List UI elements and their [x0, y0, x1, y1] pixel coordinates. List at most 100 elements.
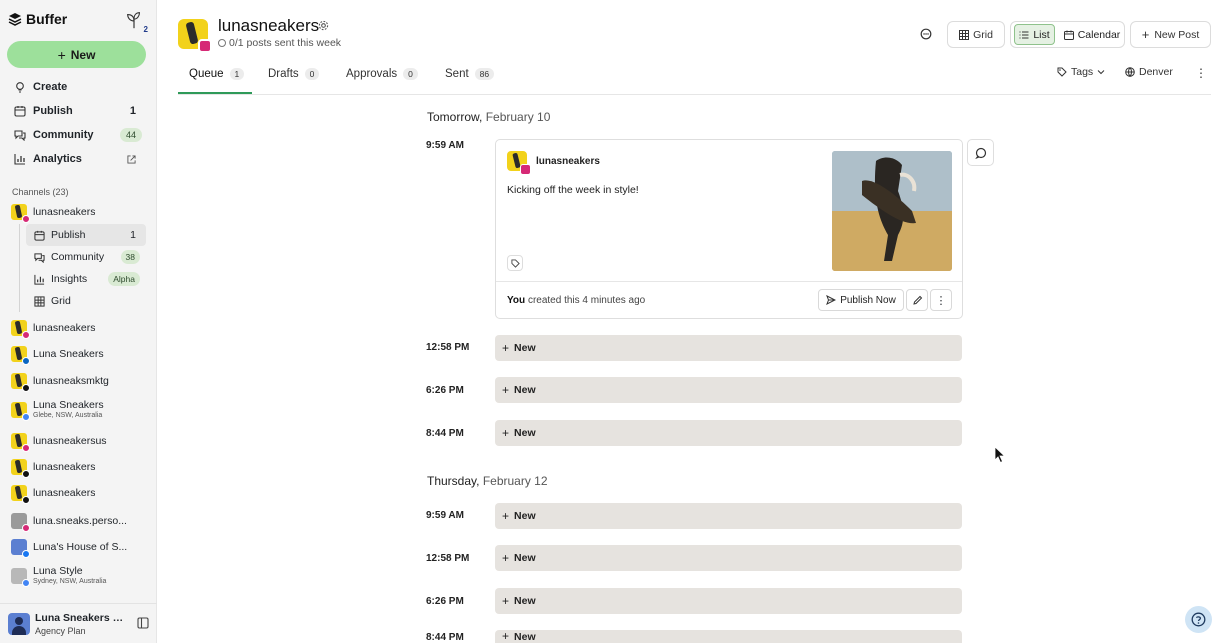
new-post-button[interactable]: + New Post — [1130, 21, 1211, 48]
channel-community[interactable]: Community 38 — [26, 246, 146, 268]
slot-time: 12:58 PM — [426, 553, 470, 564]
channel-name: lunasneaksmktg — [33, 375, 109, 387]
nav-community[interactable]: Community 44 — [8, 124, 148, 146]
channel-grid[interactable]: Grid — [26, 290, 146, 312]
edit-post-button[interactable] — [906, 289, 928, 311]
channel-item[interactable]: lunasneakers — [11, 482, 151, 504]
google-business-icon — [22, 579, 30, 587]
created-text: created this 4 minutes ago — [527, 295, 646, 306]
channel-avatar — [11, 204, 30, 223]
publish-now-label: Publish Now — [840, 294, 896, 306]
tab-drafts[interactable]: Drafts 0 — [268, 68, 320, 80]
new-post-slot[interactable]: + New — [495, 503, 962, 529]
slot-label: New — [514, 595, 536, 607]
chat-bubbles-icon — [34, 252, 45, 263]
publish-now-button[interactable]: Publish Now — [818, 289, 904, 311]
channel-name: Luna Sneakers — [33, 400, 104, 412]
channel-avatar — [11, 539, 30, 558]
calendar-view-button[interactable]: Calendar — [1062, 24, 1122, 45]
channel-item[interactable]: luna.sneaks.perso... — [11, 510, 151, 532]
new-post-slot[interactable]: + New — [495, 545, 962, 571]
slot-time: 8:44 PM — [426, 428, 464, 439]
day-date: February 12 — [482, 474, 548, 488]
channel-name: lunasneakers — [33, 461, 96, 473]
account-switcher[interactable]: Luna Sneakers Te... Agency Plan — [0, 603, 157, 643]
tab-sent[interactable]: Sent 86 — [445, 68, 495, 80]
slot-time: 6:26 PM — [426, 385, 464, 396]
add-tag-button[interactable] — [507, 255, 523, 271]
channels-label: Channels (23) — [12, 187, 69, 197]
new-button[interactable]: + New — [7, 41, 146, 68]
app-name: Buffer — [26, 11, 68, 27]
tab-divider — [178, 94, 1211, 95]
list-view-button[interactable]: List — [1014, 24, 1055, 45]
grid-view-button[interactable]: Grid — [947, 21, 1005, 48]
help-button[interactable] — [1185, 606, 1212, 633]
channel-item[interactable]: Luna Sneakers Glebe, NSW, Australia — [11, 399, 151, 421]
new-post-slot[interactable]: + New — [495, 377, 962, 403]
new-post-slot[interactable]: + New — [495, 420, 962, 446]
channel-location: Glebe, NSW, Australia — [33, 412, 103, 420]
nav-label: Community — [33, 129, 94, 141]
google-business-icon — [22, 413, 30, 421]
chat-bubbles-icon — [14, 130, 26, 141]
instagram-icon — [22, 444, 30, 452]
gear-icon[interactable] — [318, 20, 329, 31]
channel-name: Luna Style — [33, 566, 83, 578]
channel-item[interactable]: lunasneaksmktg — [11, 370, 151, 392]
calendar-icon — [14, 106, 26, 117]
more-options-icon: ⋮ — [935, 294, 947, 307]
threads-icon — [22, 496, 30, 504]
channel-item[interactable]: Luna Sneakers — [11, 343, 151, 365]
tags-filter[interactable]: Tags — [1057, 66, 1105, 78]
weekly-status: 0/1 posts sent this week — [218, 37, 341, 49]
nav-create[interactable]: Create — [8, 76, 148, 98]
timezone-selector[interactable]: Denver — [1125, 66, 1173, 78]
channel-item[interactable]: Luna's House of S... — [11, 536, 151, 558]
comment-button[interactable] — [967, 139, 994, 166]
tag-icon — [1057, 67, 1067, 77]
channel-item[interactable]: lunasneakers — [11, 317, 151, 339]
channel-item[interactable]: Luna Style Sydney, NSW, Australia — [11, 565, 151, 587]
collapse-sidebar-icon[interactable] — [137, 617, 149, 629]
new-button-label: New — [70, 47, 96, 62]
more-options-icon[interactable]: ⋮ — [1195, 66, 1207, 80]
linkedin-icon — [22, 357, 30, 365]
instagram-icon — [22, 524, 30, 532]
plant-notifications-button[interactable]: 2 — [124, 10, 148, 34]
slot-label: New — [514, 342, 536, 354]
new-post-slot[interactable]: + New — [495, 588, 962, 614]
channel-avatar — [11, 320, 30, 339]
slot-label: New — [514, 384, 536, 396]
plus-icon: + — [502, 594, 510, 608]
calendar-view-label: Calendar — [1077, 28, 1121, 41]
post-more-button[interactable]: ⋮ — [930, 289, 952, 311]
notification-count: 2 — [143, 25, 148, 34]
sub-nav-label: Publish — [51, 229, 86, 241]
tab-approvals[interactable]: Approvals 0 — [346, 68, 418, 80]
nav-publish[interactable]: Publish 1 — [8, 100, 148, 122]
slot-time: 12:58 PM — [426, 342, 470, 353]
channel-item[interactable]: lunasneakers — [11, 456, 151, 478]
post-card[interactable]: lunasneakers Kicking off the week in sty… — [495, 139, 963, 319]
tags-label: Tags — [1071, 66, 1094, 78]
globe-icon — [1125, 67, 1135, 77]
grid-icon — [959, 29, 970, 40]
new-post-slot[interactable]: + New — [495, 629, 962, 643]
bar-chart-icon — [34, 274, 45, 285]
channel-item[interactable]: lunasneakersus — [11, 430, 151, 452]
page-title: lunasneakers — [218, 16, 320, 35]
nav-count: 1 — [129, 105, 136, 117]
chat-icon[interactable] — [920, 28, 932, 40]
plus-icon: + — [1141, 27, 1150, 42]
channel-publish[interactable]: Publish 1 — [26, 224, 146, 246]
channel-insights[interactable]: Insights Alpha — [26, 268, 146, 290]
tab-queue[interactable]: Queue 1 — [189, 68, 245, 80]
channel-item[interactable]: lunasneakers — [11, 201, 151, 223]
tab-count: 86 — [474, 68, 495, 80]
nav-analytics[interactable]: Analytics — [8, 148, 148, 170]
instagram-icon — [22, 215, 30, 223]
new-post-slot[interactable]: + New — [495, 335, 962, 361]
chevron-down-icon — [1097, 70, 1105, 75]
timezone-label: Denver — [1139, 66, 1173, 78]
